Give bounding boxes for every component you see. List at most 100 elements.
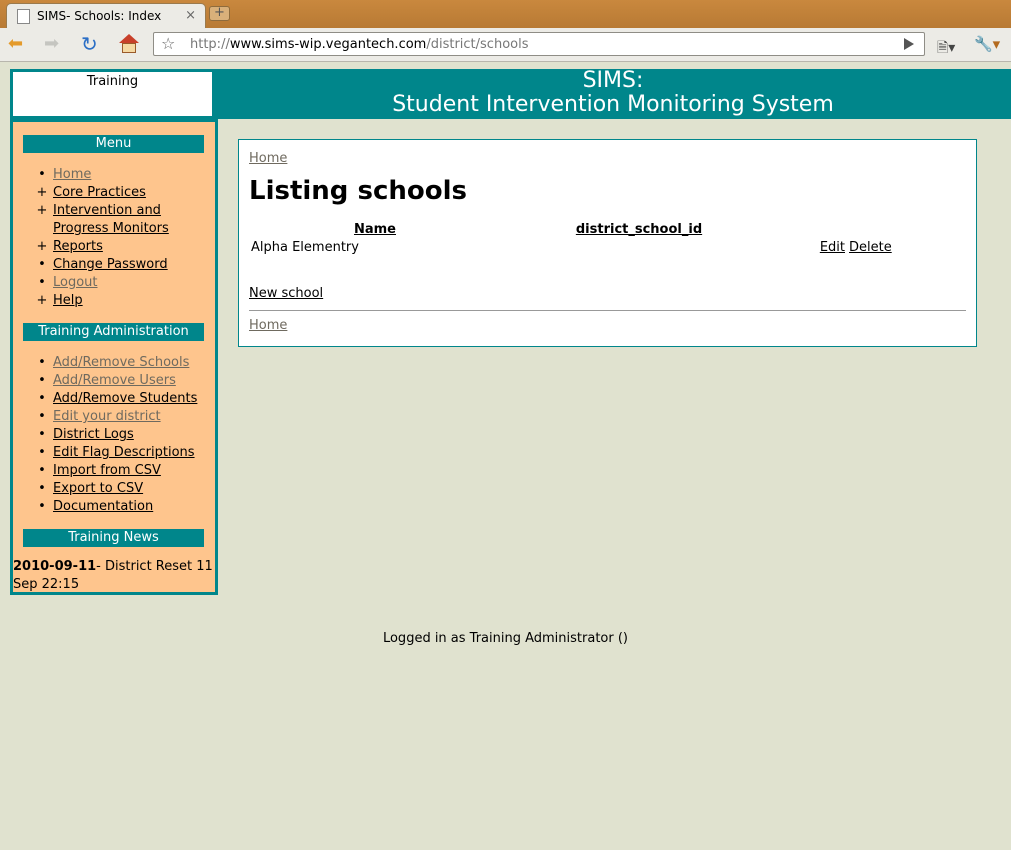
news-heading: Training News — [23, 529, 204, 547]
divider — [249, 310, 966, 311]
delete-cell: Delete — [847, 238, 931, 258]
new-school-link[interactable]: New school — [249, 286, 323, 301]
admin-item: • Edit Flag Descriptions — [36, 444, 197, 462]
admin-item: • Add/Remove Students — [36, 390, 197, 408]
new-tab-button[interactable]: + — [209, 6, 230, 21]
delete-link[interactable]: Delete — [849, 240, 892, 255]
admin-link-import-csv[interactable]: Import from CSV — [53, 463, 161, 478]
bullet-icon: • — [38, 463, 46, 478]
menu-link-reports[interactable]: Reports — [53, 239, 103, 254]
district-school-id-cell — [501, 238, 777, 258]
bookmark-star-icon[interactable]: ☆ — [161, 34, 175, 53]
column-header-name[interactable]: Name — [249, 221, 501, 238]
column-header-spacer — [777, 221, 847, 238]
expand-plus-icon[interactable]: + — [36, 292, 48, 310]
table-header-row: Name district_school_id — [249, 221, 931, 238]
edit-cell: Edit — [777, 238, 847, 258]
bullet-icon: • — [38, 445, 46, 460]
menu-link-home[interactable]: Home — [53, 167, 91, 182]
bullet-icon: • — [38, 257, 46, 272]
menu-link-change-password[interactable]: Change Password — [53, 257, 168, 272]
login-status: Logged in as Training Administrator () — [382, 631, 629, 646]
bullet-icon: • — [38, 409, 46, 424]
expand-plus-icon[interactable]: + — [36, 238, 48, 256]
wrench-icon[interactable]: 🔧▾ — [974, 35, 1000, 53]
address-bar[interactable]: ☆ http://www.sims-wip.vegantech.com/dist… — [153, 32, 925, 56]
news-item: 2010-09-11- District Reset 11 Sep 22:15 — [13, 558, 213, 594]
page: Training SIMS: Student Intervention Moni… — [0, 62, 1011, 850]
breadcrumb-home-link-bottom[interactable]: Home — [249, 318, 287, 333]
menu-link-core-practices[interactable]: Core Practices — [53, 185, 146, 200]
tab-title: SIMS- Schools: Index — [37, 9, 162, 23]
close-tab-icon[interactable]: × — [185, 8, 196, 23]
admin-item: • Add/Remove Users — [36, 372, 197, 390]
table-row: Alpha Elementry Edit Delete — [249, 238, 931, 258]
admin-item: • Documentation — [36, 498, 197, 516]
admin-link-district-logs[interactable]: District Logs — [53, 427, 134, 442]
admin-link-users[interactable]: Add/Remove Users — [53, 373, 176, 388]
admin-link-documentation[interactable]: Documentation — [53, 499, 153, 514]
menu-link-logout[interactable]: Logout — [53, 275, 98, 290]
breadcrumb-home-link[interactable]: Home — [249, 151, 287, 166]
admin-heading: Training Administration — [23, 323, 204, 341]
admin-item: • Add/Remove Schools — [36, 354, 197, 372]
menu-item-reports: + Reports — [36, 238, 188, 256]
bullet-icon: • — [38, 167, 46, 182]
bullet-icon: • — [38, 499, 46, 514]
bullet-icon: • — [38, 373, 46, 388]
sidebar: Menu • Home + Core Practices + Intervention… — [10, 119, 218, 595]
page-title: Listing schools — [249, 176, 467, 206]
menu-link-intervention[interactable]: Intervention and Progress Monitors — [53, 203, 169, 236]
app-title-line2: Student Intervention Monitoring System — [392, 92, 834, 117]
browser-tab[interactable]: SIMS- Schools: Index × — [6, 3, 206, 28]
browser-tab-bar: SIMS- Schools: Index × + — [0, 0, 1011, 28]
bullet-icon: • — [38, 275, 46, 290]
bullet-icon: • — [38, 391, 46, 406]
app-title: SIMS: Student Intervention Monitoring Sy… — [215, 69, 1011, 117]
menu-item-intervention: + Intervention and Progress Monitors — [36, 202, 188, 238]
app-title-line1: SIMS: — [582, 68, 644, 93]
admin-item: • Import from CSV — [36, 462, 197, 480]
menu-link-help[interactable]: Help — [53, 293, 83, 308]
page-icon — [17, 9, 30, 24]
menu-item-home: • Home — [36, 166, 188, 184]
edit-link[interactable]: Edit — [820, 240, 845, 255]
menu-list: • Home + Core Practices + Intervention and … — [36, 166, 188, 310]
school-name-cell: Alpha Elementry — [251, 240, 359, 255]
admin-link-edit-district[interactable]: Edit your district — [53, 409, 161, 424]
site-header: Training SIMS: Student Intervention Moni… — [10, 69, 1011, 119]
menu-item-logout: • Logout — [36, 274, 188, 292]
bullet-icon: • — [38, 481, 46, 496]
logo-box: Training — [13, 72, 212, 116]
menu-item-change-password: • Change Password — [36, 256, 188, 274]
logo-text: Training — [86, 74, 139, 89]
main-content: Home Listing schools Name district_schoo… — [238, 139, 977, 347]
admin-link-export-csv[interactable]: Export to CSV — [53, 481, 143, 496]
expand-plus-icon[interactable]: + — [36, 184, 48, 202]
admin-link-schools[interactable]: Add/Remove Schools — [53, 355, 189, 370]
back-arrow-icon[interactable]: ⬅ — [8, 34, 23, 54]
home-icon[interactable] — [118, 34, 140, 54]
schools-table: Name district_school_id Alpha Elementry … — [249, 221, 931, 258]
reload-icon[interactable]: ↻ — [81, 34, 98, 54]
column-header-district-school-id[interactable]: district_school_id — [501, 221, 777, 238]
page-menu-icon[interactable]: 🗎▾ — [937, 37, 955, 61]
admin-item: • Export to CSV — [36, 480, 197, 498]
admin-link-students[interactable]: Add/Remove Students — [53, 391, 197, 406]
admin-list: • Add/Remove Schools • Add/Remove Users • A… — [36, 354, 197, 516]
menu-item-core-practices: + Core Practices — [36, 184, 188, 202]
admin-item: • Edit your district — [36, 408, 197, 426]
expand-plus-icon[interactable]: + — [36, 202, 48, 220]
url-text: http://www.sims-wip.vegantech.com/distri… — [190, 37, 529, 52]
news-date: 2010-09-11 — [13, 559, 97, 574]
menu-item-help: + Help — [36, 292, 188, 310]
bullet-icon: • — [38, 355, 46, 370]
admin-item: • District Logs — [36, 426, 197, 444]
forward-arrow-icon[interactable]: ➡ — [44, 34, 59, 54]
browser-toolbar: ⬅ ➡ ↻ ☆ http://www.sims-wip.vegantech.co… — [0, 28, 1011, 62]
menu-heading: Menu — [23, 135, 204, 153]
go-arrow-icon[interactable] — [904, 38, 914, 50]
admin-link-flag-descriptions[interactable]: Edit Flag Descriptions — [53, 445, 195, 460]
column-header-actions — [847, 221, 931, 238]
bullet-icon: • — [38, 427, 46, 442]
